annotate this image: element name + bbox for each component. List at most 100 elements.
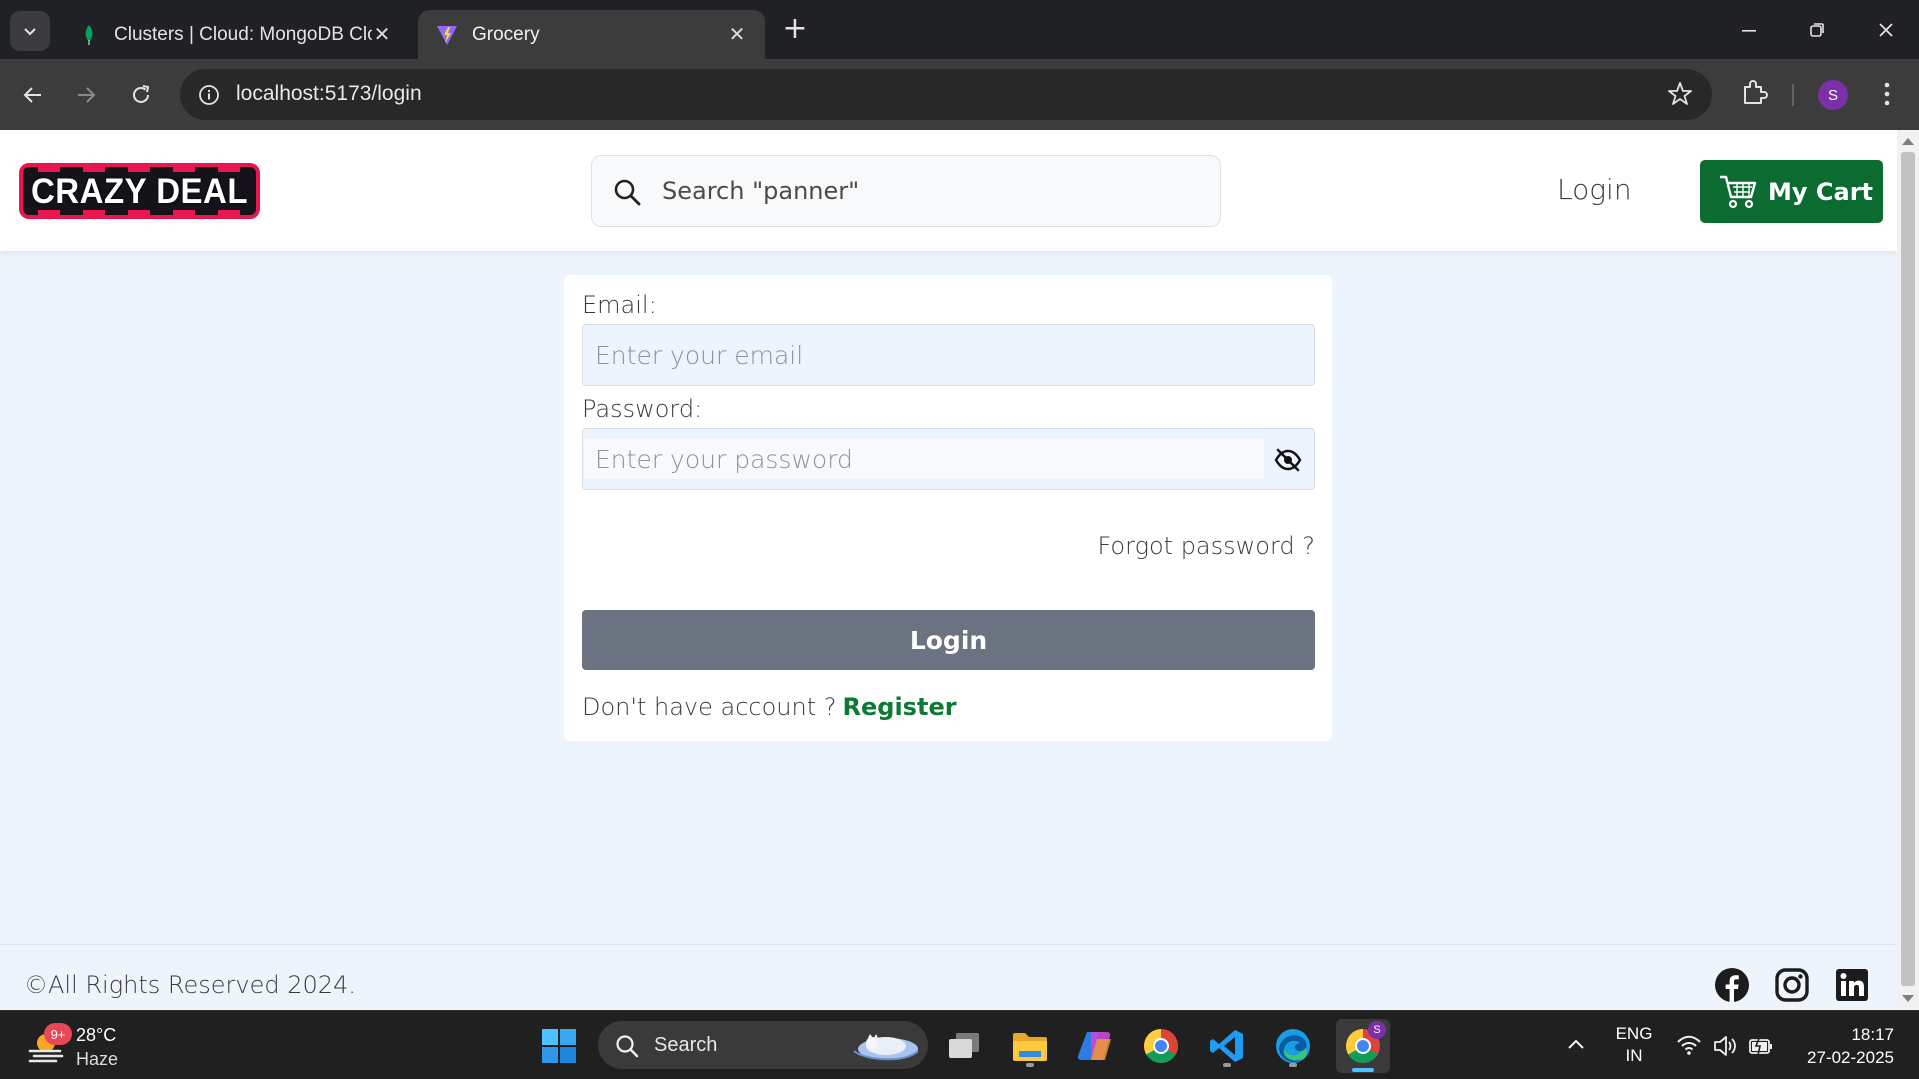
search-icon bbox=[614, 179, 641, 206]
site-footer: ©All Rights Reserved 2024. bbox=[0, 944, 1897, 1010]
windows-logo-icon bbox=[542, 1029, 576, 1063]
running-indicator bbox=[1026, 1063, 1034, 1067]
restore-icon bbox=[1810, 23, 1824, 37]
close-icon bbox=[1879, 23, 1893, 37]
wifi-icon[interactable] bbox=[1676, 1033, 1702, 1059]
weather-condition: Haze bbox=[76, 1049, 119, 1069]
task-view-button[interactable] bbox=[942, 1024, 986, 1068]
no-account-text: Don't have account ? bbox=[582, 693, 837, 721]
password-placeholder: Enter your password bbox=[595, 445, 853, 474]
login-submit-button[interactable]: Login bbox=[582, 610, 1315, 670]
chevron-up-icon[interactable] bbox=[1566, 1035, 1586, 1055]
login-link[interactable]: Login bbox=[1557, 173, 1632, 206]
taskbar-search-label: Search bbox=[654, 1034, 718, 1056]
my-cart-label: My Cart bbox=[1768, 177, 1873, 206]
windows-taskbar: 9+ 28°C Haze Search S ENG IN 18:17 27-02… bbox=[0, 1010, 1919, 1079]
mongodb-leaf-icon bbox=[78, 24, 100, 46]
page-scrollbar[interactable] bbox=[1897, 130, 1919, 1010]
browser-tab-bar: Clusters | Cloud: MongoDB Clou ✕ Grocery… bbox=[0, 0, 1919, 59]
crazy-deal-logo[interactable]: CRAZY DEAL bbox=[19, 163, 260, 219]
logo-text: CRAZY DEAL bbox=[30, 170, 249, 211]
tab-title: Grocery bbox=[472, 23, 540, 45]
close-window-button[interactable] bbox=[1866, 12, 1906, 48]
chevron-down-icon bbox=[24, 28, 36, 36]
chrome-button[interactable] bbox=[1139, 1024, 1183, 1068]
email-label: Email: bbox=[582, 291, 657, 319]
password-label: Password: bbox=[582, 395, 703, 423]
linkedin-icon[interactable] bbox=[1834, 967, 1870, 1003]
clock-time: 18:17 bbox=[1851, 1025, 1894, 1044]
url-text[interactable]: localhost:5173/login bbox=[236, 82, 422, 106]
toolbar-separator bbox=[1792, 84, 1794, 106]
system-clock[interactable]: 18:17 27-02-2025 bbox=[1794, 1023, 1894, 1069]
forgot-password-link[interactable]: Forgot password ? bbox=[1097, 532, 1315, 560]
email-field[interactable]: Enter your email bbox=[582, 324, 1315, 386]
vscode-icon bbox=[1210, 1030, 1243, 1062]
profile-avatar[interactable]: S bbox=[1818, 80, 1848, 110]
edge-icon bbox=[1276, 1029, 1310, 1063]
back-button[interactable] bbox=[14, 76, 52, 114]
battery-charging-icon[interactable] bbox=[1748, 1033, 1774, 1059]
search-box[interactable]: Search "panner" bbox=[591, 155, 1221, 227]
address-bar[interactable]: localhost:5173/login bbox=[180, 69, 1712, 120]
arrow-left-icon bbox=[23, 87, 41, 103]
vite-icon bbox=[436, 24, 458, 46]
weather-temperature: 28°C bbox=[76, 1025, 117, 1045]
restore-button[interactable] bbox=[1797, 12, 1837, 48]
eye-slash-icon[interactable] bbox=[1274, 446, 1302, 474]
search-placeholder: Search "panner" bbox=[662, 177, 860, 205]
start-button[interactable] bbox=[537, 1024, 581, 1068]
my-cart-button[interactable]: My Cart bbox=[1700, 160, 1883, 223]
kebab-menu-icon[interactable] bbox=[1874, 77, 1900, 111]
scroll-down-arrow-icon[interactable] bbox=[1902, 995, 1914, 1002]
reload-button[interactable] bbox=[122, 76, 160, 114]
tab-mongodb[interactable]: Clusters | Cloud: MongoDB Clou ✕ bbox=[60, 10, 410, 59]
minimize-button[interactable] bbox=[1729, 12, 1769, 48]
task-view-icon bbox=[949, 1033, 979, 1058]
logo-border-pattern bbox=[38, 210, 240, 215]
search-highlight-illustration bbox=[853, 1034, 919, 1061]
file-explorer-button[interactable] bbox=[1008, 1024, 1052, 1068]
search-icon bbox=[616, 1035, 639, 1058]
facebook-icon[interactable] bbox=[1714, 967, 1750, 1003]
tab-grocery[interactable]: Grocery ✕ bbox=[418, 10, 765, 59]
web-page: CRAZY DEAL Search "panner" Login My Cart… bbox=[0, 130, 1897, 1010]
taskbar-search[interactable]: Search bbox=[598, 1021, 928, 1069]
region-code: IN bbox=[1625, 1046, 1643, 1065]
bookmark-star-icon[interactable] bbox=[1666, 80, 1694, 108]
login-card: Email: Enter your email Password: Enter … bbox=[564, 275, 1332, 741]
folder-icon bbox=[1013, 1033, 1047, 1061]
register-link[interactable]: Register bbox=[843, 693, 957, 721]
chrome-profile-button[interactable]: S bbox=[1336, 1019, 1390, 1073]
copilot-button[interactable] bbox=[1073, 1024, 1117, 1068]
arrow-right-icon bbox=[78, 87, 96, 103]
tab-title: Clusters | Cloud: MongoDB Clou bbox=[114, 23, 372, 45]
chrome-profile-badge: S bbox=[1368, 1021, 1386, 1039]
edge-button[interactable] bbox=[1271, 1024, 1315, 1068]
browser-toolbar: localhost:5173/login S bbox=[0, 59, 1919, 130]
close-icon[interactable]: ✕ bbox=[727, 22, 747, 47]
weather-widget[interactable]: 9+ 28°C Haze bbox=[22, 1019, 142, 1071]
weather-badge: 9+ bbox=[44, 1023, 72, 1045]
site-info-icon[interactable] bbox=[196, 82, 222, 108]
language-indicator[interactable]: ENG IN bbox=[1612, 1023, 1656, 1067]
vscode-button[interactable] bbox=[1205, 1024, 1249, 1068]
new-tab-button[interactable]: + bbox=[780, 14, 810, 44]
volume-icon[interactable] bbox=[1712, 1033, 1738, 1059]
chrome-icon bbox=[1144, 1029, 1178, 1063]
minimize-icon bbox=[1742, 30, 1756, 32]
password-field[interactable]: Enter your password bbox=[582, 428, 1315, 490]
active-window-indicator bbox=[1352, 1068, 1374, 1072]
close-icon[interactable]: ✕ bbox=[372, 22, 392, 47]
forward-button[interactable] bbox=[67, 76, 105, 114]
shopping-cart-icon bbox=[1720, 175, 1757, 208]
email-placeholder: Enter your email bbox=[595, 341, 804, 370]
tab-search-button[interactable] bbox=[10, 11, 50, 51]
running-indicator bbox=[1223, 1063, 1231, 1067]
instagram-icon[interactable] bbox=[1774, 967, 1810, 1003]
copyright-text: ©All Rights Reserved 2024. bbox=[24, 971, 356, 999]
extensions-puzzle-icon[interactable] bbox=[1738, 77, 1770, 109]
copilot-icon bbox=[1077, 1031, 1111, 1061]
scroll-up-arrow-icon[interactable] bbox=[1902, 138, 1914, 145]
scrollbar-thumb[interactable] bbox=[1901, 152, 1915, 986]
